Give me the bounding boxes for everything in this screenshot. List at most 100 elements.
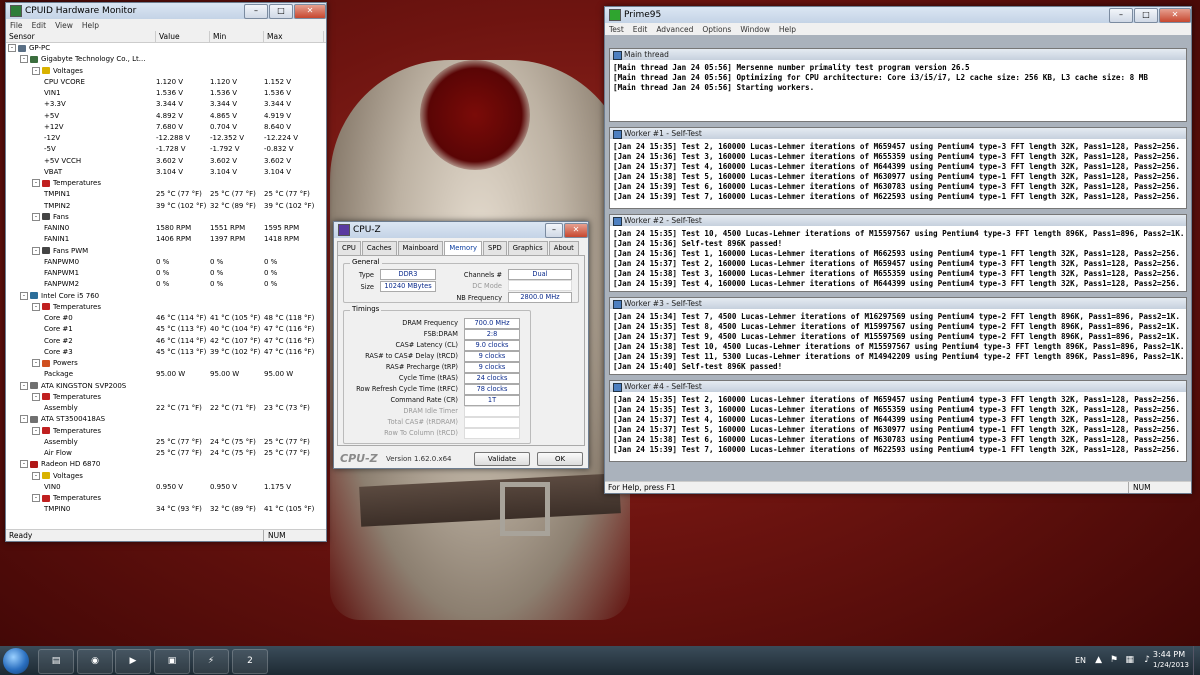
sensor-group-row[interactable]: - Voltages (6, 66, 326, 77)
sensor-row[interactable]: Assembly 22 °C (71 °F) 22 °C (71 °F) 23 °C … (6, 403, 326, 414)
menu-advanced[interactable]: Advanced (656, 25, 693, 34)
clock-time[interactable]: 3:44 PM (1152, 650, 1186, 659)
collapse-toggle-icon[interactable]: - (8, 44, 16, 52)
sensor-row[interactable]: FANIN0 1580 RPM 1551 RPM 1595 RPM (6, 223, 326, 234)
action-center-icon[interactable]: ⚑ (1110, 655, 1118, 665)
collapse-toggle-icon[interactable]: - (20, 55, 28, 64)
menu-test[interactable]: Test (609, 25, 624, 34)
sensor-group-row[interactable]: - Fans PWM (6, 246, 326, 257)
sensor-row[interactable]: VIN1 1.536 V 1.536 V 1.536 V (6, 88, 326, 99)
collapse-toggle-icon[interactable]: - (32, 179, 40, 187)
hwmonitor-icon[interactable]: ⚡ (193, 649, 229, 674)
panel-title[interactable]: Worker #4 - Self-Test (610, 381, 1186, 392)
collapse-toggle-icon[interactable]: - (32, 246, 40, 255)
worker-2-panel[interactable]: Worker #2 - Self-Test [Jan 24 15:35] Test… (609, 214, 1187, 292)
sensor-row[interactable]: +5V VCCH 3.602 V 3.602 V 3.602 V (6, 156, 326, 167)
sensor-group-row[interactable]: - Temperatures (6, 426, 326, 437)
sensor-group-row[interactable]: - Radeon HD 6870 (6, 459, 326, 470)
panel-title[interactable]: Worker #3 - Self-Test (610, 298, 1186, 309)
tab-graphics[interactable]: Graphics (507, 241, 548, 255)
sensor-row[interactable]: Assembly 25 °C (77 °F) 24 °C (75 °F) 25 °C … (6, 437, 326, 448)
panel-title[interactable]: Worker #2 - Self-Test (610, 215, 1186, 226)
sensor-row[interactable]: Core #2 46 °C (114 °F) 42 °C (107 °F) 47 °C… (6, 336, 326, 347)
sensor-row[interactable]: FANIN1 1406 RPM 1397 RPM 1418 RPM (6, 234, 326, 245)
minimize-button[interactable]: – (1109, 7, 1133, 23)
sensor-row[interactable]: CPU VCORE 1.120 V 1.120 V 1.152 V (6, 77, 326, 88)
sensor-row[interactable]: Core #1 45 °C (113 °F) 40 °C (104 °F) 47 °C… (6, 324, 326, 335)
tab-spd[interactable]: SPD (483, 241, 507, 255)
collapse-toggle-icon[interactable]: - (32, 212, 40, 221)
menu-edit[interactable]: Edit (633, 25, 648, 34)
collapse-toggle-icon[interactable]: - (32, 66, 40, 75)
collapse-toggle-icon[interactable]: - (32, 471, 40, 480)
sensor-row[interactable]: +3.3V 3.344 V 3.344 V 3.344 V (6, 99, 326, 110)
sensor-tree[interactable]: - GP-PC - Gigabyte Technology Co., Lt... - Vo… (6, 43, 326, 516)
validate-button[interactable]: Validate (474, 452, 530, 466)
maximize-button[interactable]: □ (269, 3, 293, 19)
panel-title[interactable]: Main thread (610, 49, 1186, 60)
sensor-row[interactable]: +5V 4.892 V 4.865 V 4.919 V (6, 111, 326, 122)
sensor-row[interactable]: FANPWM0 0 % 0 % 0 % (6, 257, 326, 268)
sensor-group-row[interactable]: - ATA ST3500418AS (6, 414, 326, 425)
sensor-group-row[interactable]: - Voltages (6, 471, 326, 482)
tab-about[interactable]: About (548, 241, 579, 255)
chrome-icon[interactable]: ◉ (77, 649, 113, 674)
tray-expand-icon[interactable]: ▲ (1095, 655, 1102, 665)
network-icon[interactable]: ▦ (1125, 655, 1134, 665)
sensor-row[interactable]: -5V -1.728 V -1.792 V -0.832 V (6, 144, 326, 155)
tab-mainboard[interactable]: Mainboard (397, 241, 444, 255)
close-button[interactable]: ✕ (1159, 7, 1191, 23)
sensor-group-row[interactable]: - Temperatures (6, 302, 326, 313)
sensor-row[interactable]: FANPWM2 0 % 0 % 0 % (6, 279, 326, 290)
sensor-row[interactable]: VBAT 3.104 V 3.104 V 3.104 V (6, 167, 326, 178)
prime95-window[interactable]: Prime95 – □ ✕ Test Edit Advanced Options… (604, 6, 1192, 494)
menu-edit[interactable]: Edit (32, 21, 47, 30)
cpuz-icon[interactable]: ▣ (154, 649, 190, 674)
sensor-row[interactable]: Package 95.00 W 95.00 W 95.00 W (6, 369, 326, 380)
column-value[interactable]: Value (156, 31, 210, 42)
sensor-group-row[interactable]: - Temperatures (6, 178, 326, 189)
main-thread-panel[interactable]: Main thread [Main thread Jan 24 05:56] Me… (609, 48, 1187, 122)
worker-4-panel[interactable]: Worker #4 - Self-Test [Jan 24 15:35] Test… (609, 380, 1187, 462)
ok-button[interactable]: OK (537, 452, 583, 466)
minimize-button[interactable]: – (545, 222, 563, 238)
sensor-row[interactable]: TMPIN2 39 °C (102 °F) 32 °C (89 °F) 39 °C (… (6, 201, 326, 212)
prime95-icon[interactable]: 2 (232, 649, 268, 674)
sensor-row[interactable]: FANPWM1 0 % 0 % 0 % (6, 268, 326, 279)
sensor-row[interactable]: Core #0 46 °C (114 °F) 41 °C (105 °F) 48 °C… (6, 313, 326, 324)
column-max[interactable]: Max (264, 31, 324, 42)
tab-cpu[interactable]: CPU (337, 241, 361, 255)
close-button[interactable]: ✕ (294, 3, 326, 19)
sensor-row[interactable]: +12V 7.680 V 0.704 V 8.640 V (6, 122, 326, 133)
sensor-group-row[interactable]: - Temperatures (6, 392, 326, 403)
tab-caches[interactable]: Caches (361, 241, 397, 255)
sensor-group-row[interactable]: - Gigabyte Technology Co., Lt... (6, 54, 326, 65)
collapse-toggle-icon[interactable]: - (32, 426, 40, 435)
language-indicator[interactable]: EN (1075, 656, 1086, 665)
panel-title[interactable]: Worker #1 - Self-Test (610, 128, 1186, 139)
hwmonitor-titlebar[interactable]: CPUID Hardware Monitor – □ ✕ (6, 3, 326, 19)
sensor-row[interactable]: Air Flow 25 °C (77 °F) 24 °C (75 °F) 25 °C … (6, 448, 326, 459)
maximize-button[interactable]: □ (1134, 7, 1158, 23)
close-button[interactable]: ✕ (564, 222, 588, 238)
cpuz-titlebar[interactable]: CPU-Z – ✕ (334, 222, 588, 238)
collapse-toggle-icon[interactable]: - (20, 291, 28, 300)
worker-3-panel[interactable]: Worker #3 - Self-Test [Jan 24 15:34] Test… (609, 297, 1187, 375)
explorer-icon[interactable]: ▤ (38, 649, 74, 674)
show-desktop-button[interactable] (1193, 646, 1200, 675)
collapse-toggle-icon[interactable]: - (20, 460, 28, 469)
worker-1-panel[interactable]: Worker #1 - Self-Test [Jan 24 15:35] Test… (609, 127, 1187, 209)
menu-help[interactable]: Help (779, 25, 796, 34)
minimize-button[interactable]: – (244, 3, 268, 19)
sensor-row[interactable]: -12V -12.288 V -12.352 V -12.224 V (6, 133, 326, 144)
sensor-row[interactable]: VIN0 0.950 V 0.950 V 1.175 V (6, 482, 326, 493)
collapse-toggle-icon[interactable]: - (20, 415, 28, 424)
clock-date[interactable]: 1/24/2013 (1148, 661, 1194, 669)
column-sensor[interactable]: Sensor (6, 31, 156, 42)
sensor-group-row[interactable]: - Intel Core i5 760 (6, 291, 326, 302)
column-min[interactable]: Min (210, 31, 264, 42)
sensor-row[interactable]: TMPIN1 25 °C (77 °F) 25 °C (77 °F) 25 °C (7… (6, 189, 326, 200)
collapse-toggle-icon[interactable]: - (32, 302, 40, 311)
sensor-group-row[interactable]: - Fans (6, 212, 326, 223)
menu-help[interactable]: Help (82, 21, 99, 30)
